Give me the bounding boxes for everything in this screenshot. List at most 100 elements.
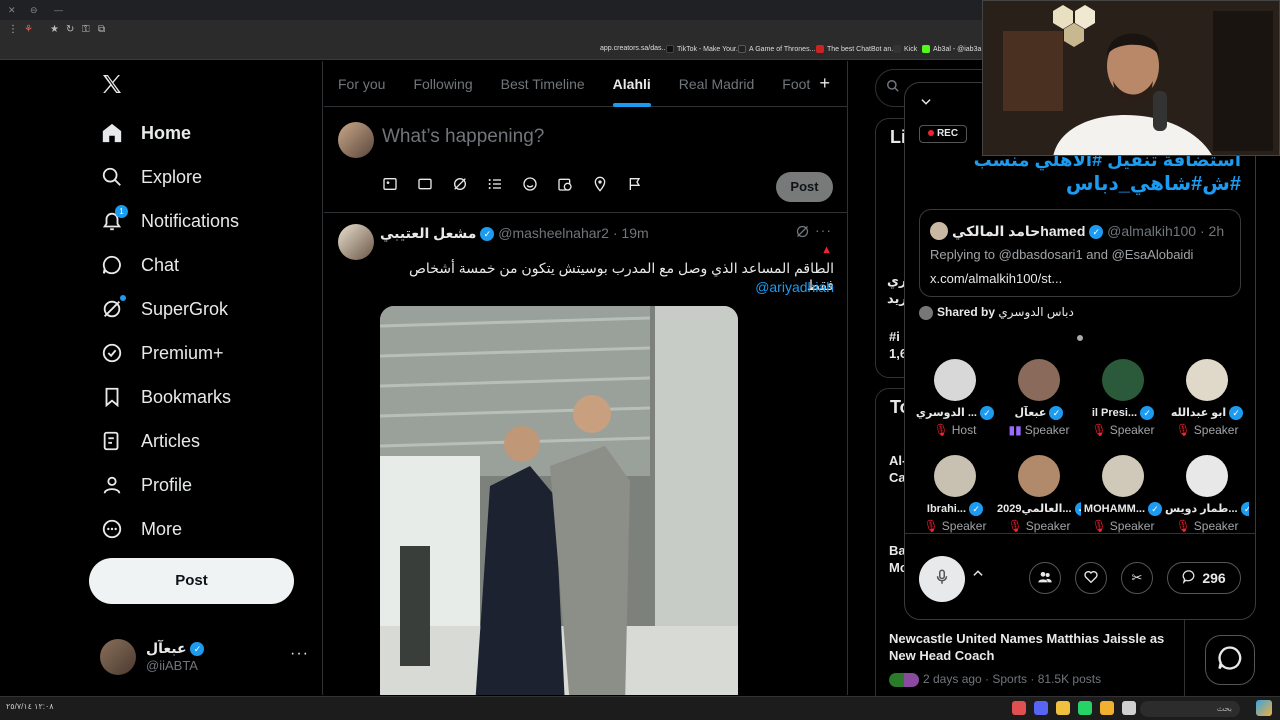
clip-button[interactable]: ✂ (1121, 562, 1153, 594)
tweet-timestamp[interactable]: · 19m (613, 225, 649, 241)
avatar[interactable] (338, 224, 374, 260)
nav-item-bookmarks[interactable]: Bookmarks (100, 382, 231, 412)
composer-post-button[interactable]: Post (776, 172, 833, 202)
grok-icon[interactable] (795, 224, 810, 242)
people-button[interactable] (1029, 562, 1061, 594)
carousel-dot[interactable] (1077, 335, 1083, 341)
post-button[interactable]: Post (89, 558, 294, 604)
app-icon[interactable] (1012, 701, 1026, 715)
window-close-icon[interactable]: ✕ (8, 6, 16, 15)
bookmark-item[interactable]: A Game of Thrones... (738, 45, 815, 53)
participant-name-text: Ibrahi... (926, 502, 967, 515)
trend-headline[interactable]: Newcastle United Names Matthias Jaissle … (889, 630, 1179, 664)
poll-icon[interactable] (487, 176, 522, 197)
participant-role-text: Speaker (1024, 423, 1070, 437)
window-menu-icon[interactable]: — (54, 6, 63, 15)
nav-item-explore[interactable]: Explore (100, 162, 202, 192)
space-participant[interactable]: طمار دويس... ✓ 🎙Speaker (1165, 455, 1249, 533)
taskbar-search[interactable]: بحث (1140, 701, 1240, 717)
participant-role: 🎙 Host (913, 423, 997, 437)
add-tab-icon[interactable]: + (819, 73, 830, 94)
star-icon[interactable]: ★ (50, 24, 59, 35)
trend-fragment: #i (889, 329, 900, 344)
folder-icon[interactable] (1100, 701, 1114, 715)
space-title-hashtags[interactable]: #ش#شاهي_دباس (1066, 171, 1241, 196)
nav-item-premium[interactable]: Premium+ (100, 338, 224, 368)
avatar (1186, 455, 1228, 497)
location-icon[interactable] (592, 176, 627, 197)
compose-input[interactable]: What’s happening? (382, 126, 544, 148)
bookmark-item[interactable]: TikTok - Make Your... (666, 45, 742, 53)
flag-icon[interactable] (627, 176, 662, 197)
reload-icon[interactable]: ↻ (66, 24, 74, 35)
space-participant[interactable]: 2029العالمي... ✓ 🎙Speaker (997, 455, 1081, 533)
discord-icon[interactable] (1034, 701, 1048, 715)
participant-role: 🎙 Speaker (1081, 519, 1165, 533)
share-icon[interactable]: ⧉ (98, 24, 105, 35)
space-participant[interactable]: il Presi... ✓ 🎙 Speaker (1081, 359, 1165, 437)
tab-alahli[interactable]: Alahli (599, 61, 665, 107)
chrome-icon[interactable] (1056, 701, 1070, 715)
taskbar-clock[interactable]: ١٢:٠٨ ٢٥/٧/١٤ (6, 702, 54, 711)
nav-item-chat[interactable]: Chat (100, 250, 179, 280)
nav-item-notifications[interactable]: 1 Notifications (100, 205, 239, 236)
chevron-up-icon[interactable] (971, 566, 985, 583)
account-switcher[interactable]: عبعآل ✓ @iiABTA ··· (100, 639, 310, 679)
browser-menu-icon[interactable]: ⋮ (8, 24, 18, 35)
more-horizontal-icon[interactable]: ··· (290, 645, 309, 663)
tab-real-madrid[interactable]: Real Madrid (665, 61, 768, 107)
image-icon[interactable] (382, 176, 417, 197)
chevron-down-icon[interactable] (919, 95, 933, 112)
space-participant[interactable]: ابو عبدالله ✓ 🎙 Speaker (1165, 359, 1249, 437)
x-logo-icon[interactable] (100, 71, 124, 103)
nav-item-more[interactable]: More (100, 514, 182, 544)
nav-item-profile[interactable]: Profile (100, 470, 192, 500)
widgets-icon[interactable] (1256, 700, 1272, 716)
nav-item-supergrok[interactable]: SuperGrok (100, 294, 228, 324)
participant-name-text: MOHAMM... (1083, 502, 1146, 515)
window-minimize-icon[interactable]: ⊖ (30, 6, 38, 15)
nav-item-articles[interactable]: Articles (100, 426, 200, 456)
more-horizontal-icon[interactable]: ··· (815, 222, 832, 238)
bookmark-item[interactable]: The best ChatBot an... (816, 45, 897, 53)
pinned-post-card[interactable]: حامد المالكيhamed ✓ @almalkih100 · 2h Re… (919, 209, 1241, 297)
notepad-icon[interactable] (1122, 701, 1136, 715)
space-participant[interactable]: عبعآل ✓ ▮▮ Speaker (997, 359, 1081, 437)
pinned-post-reply-context: Replying to @dbasdosari1 and @EsaAlobaid… (930, 247, 1194, 262)
extension-icon[interactable]: ⚘ (24, 24, 33, 35)
space-participant[interactable]: Ibrahi... ✓ 🎙 Speaker (913, 455, 997, 533)
space-participant[interactable]: الدوسري ... ✓ 🎙 Host (913, 359, 997, 437)
tweet-author-handle[interactable]: @masheelnahar2 (498, 225, 609, 241)
bookmark-item[interactable]: app.creators.sa/das... (600, 45, 667, 52)
comments-button[interactable]: 296 (1167, 562, 1241, 594)
key-icon[interactable]: ⚿ (82, 24, 90, 35)
nav-item-label: More (141, 518, 183, 539)
space-participant[interactable]: MOHAMM... ✓ 🎙 Speaker (1081, 455, 1165, 533)
verified-icon: ✓ (190, 642, 205, 657)
avatar (1186, 359, 1228, 401)
mic-button[interactable] (919, 556, 965, 602)
grok-badge-dot (120, 295, 126, 301)
bookmark-item[interactable]: Kick (893, 45, 917, 53)
tweet[interactable]: مشعل العتيبي ✓ @masheelnahar2 · 19m ··· … (324, 214, 847, 695)
home-icon (100, 121, 124, 145)
tweet-author-name[interactable]: مشعل العتيبي (380, 225, 476, 241)
participant-role: 🎙 Speaker (1165, 423, 1249, 437)
tab-foot[interactable]: Foot (768, 61, 824, 107)
tweet-photo[interactable] (380, 306, 738, 695)
gif-icon[interactable] (417, 176, 452, 197)
bookmark-item[interactable]: Ab3al - @iab3a (922, 45, 981, 53)
grok-icon[interactable] (452, 176, 487, 197)
emoji-icon[interactable] (522, 176, 557, 197)
chat-fab-button[interactable] (1205, 635, 1255, 685)
schedule-icon[interactable] (557, 176, 592, 197)
react-button[interactable] (1075, 562, 1107, 594)
tab-for-you[interactable]: For you (324, 61, 399, 107)
tab-best-timeline[interactable]: Best Timeline (487, 61, 599, 107)
whatsapp-icon[interactable] (1078, 701, 1092, 715)
nav-item-home[interactable]: Home (100, 118, 191, 148)
comment-icon (1182, 569, 1197, 587)
pinned-post-link[interactable]: x.com/almalkih100/st... (930, 271, 1062, 286)
tab-following[interactable]: Following (399, 61, 486, 107)
tweet-mention-link[interactable]: @ariyadhiah (755, 279, 834, 295)
